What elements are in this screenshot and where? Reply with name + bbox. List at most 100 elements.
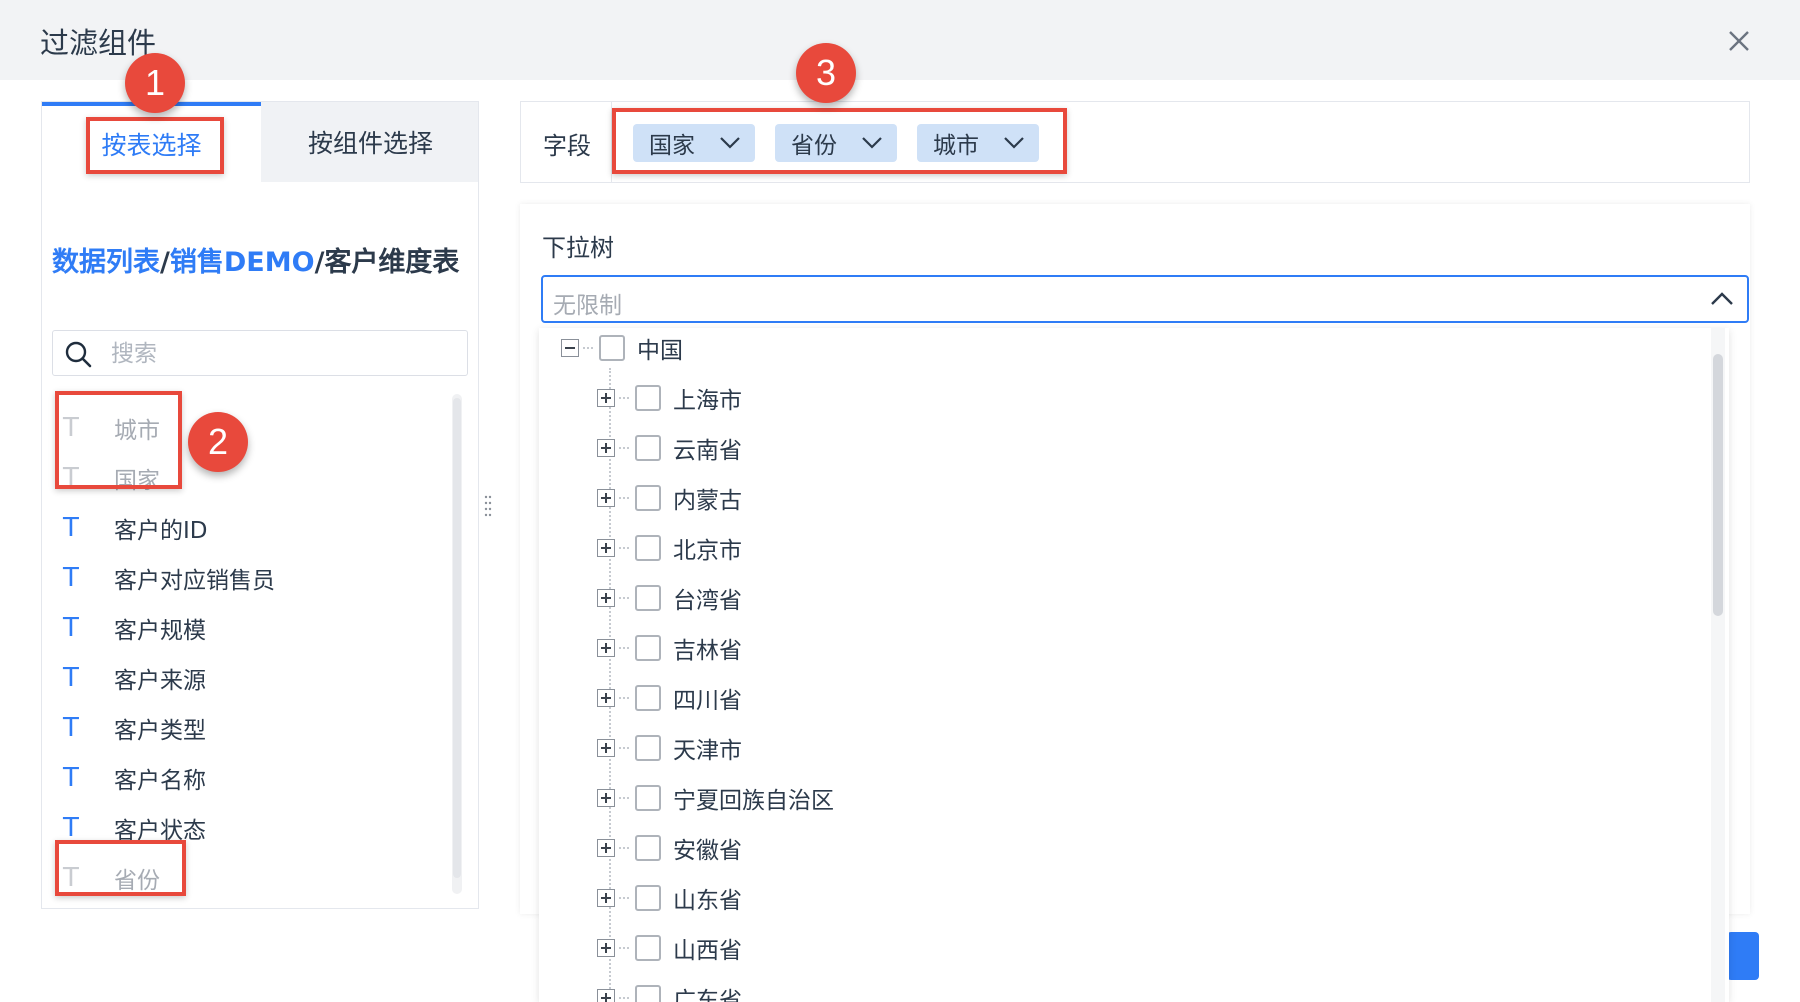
field-item-label: 客户的ID [114,518,208,544]
expand-icon[interactable] [597,489,615,507]
tree-connector [619,397,629,399]
breadcrumb-current: 客户维度表 [324,247,460,278]
close-icon [1729,31,1749,51]
field-item-customer-salesperson[interactable]: T 客户对应销售员 [52,553,432,603]
breadcrumb-folder-link[interactable]: 销售DEMO [170,247,315,278]
text-type-icon: T [63,563,79,593]
tree-checkbox[interactable] [599,335,625,361]
expand-icon[interactable] [597,889,615,907]
tree-connector [619,647,629,649]
tree-checkbox[interactable] [635,985,661,1002]
tree-checkbox[interactable] [635,385,661,411]
close-button[interactable] [1722,24,1756,58]
annotation-box-chips [612,108,1067,174]
tree-checkbox[interactable] [635,735,661,761]
tree-checkbox[interactable] [635,435,661,461]
expand-icon[interactable] [597,389,615,407]
expand-icon[interactable] [597,689,615,707]
expand-icon[interactable] [597,739,615,757]
tree-node-label: 中国 [637,338,683,364]
expand-icon[interactable] [597,589,615,607]
tree-checkbox[interactable] [635,685,661,711]
expand-icon[interactable] [597,639,615,657]
annotation-badge: 1 [125,53,185,113]
tree-checkbox[interactable] [635,935,661,961]
search-input[interactable] [109,335,453,373]
tree-connector [619,797,629,799]
tab-by-component[interactable]: 按组件选择 [261,102,478,182]
field-item-label: 客户对应销售员 [114,568,275,594]
tree-node[interactable]: 宁夏回族自治区 [597,778,834,818]
tree-checkbox[interactable] [635,635,661,661]
tree-node[interactable]: 吉林省 [597,628,742,668]
tree-node-label: 山西省 [673,938,742,964]
select-placeholder: 无限制 [553,293,622,319]
tree-node[interactable]: 四川省 [597,678,742,718]
tree-checkbox[interactable] [635,485,661,511]
text-type-icon: T [63,513,79,543]
field-item-customer-scale[interactable]: T 客户规模 [52,603,432,653]
tree-connector [619,597,629,599]
dropdown-tree-select[interactable]: 无限制 [541,275,1749,323]
expand-icon[interactable] [597,939,615,957]
collapse-icon[interactable] [561,339,579,357]
dialog-header: 过滤组件 [0,0,1800,80]
tree-checkbox[interactable] [635,885,661,911]
expand-icon[interactable] [597,989,615,1002]
text-type-icon: T [63,713,79,743]
tree-scroll-thumb[interactable] [1713,354,1723,616]
tree-connector [619,897,629,899]
expand-icon[interactable] [597,789,615,807]
tree-node-label: 安徽省 [673,838,742,864]
confirm-button[interactable] [1727,932,1759,980]
tree-node-label: 广东省 [673,988,742,1002]
tree-connector [619,747,629,749]
search-box [52,330,468,376]
tree-connector [619,997,629,999]
tree-node[interactable]: 广东省 [597,978,742,1002]
tree-node-label: 台湾省 [673,588,742,614]
tree-checkbox[interactable] [635,785,661,811]
dropdown-tree-panel: 中国 上海市 云南省 内蒙古 北京市 台湾省 吉林省 四川省 天津市 宁夏回族自… [539,328,1729,1002]
tree-connector [619,547,629,549]
tree-node[interactable]: 天津市 [597,728,742,768]
tree-node[interactable]: 北京市 [597,528,742,568]
selected-fields-label: 字段 [543,132,591,160]
annotation-box-used-fields [55,840,186,896]
field-source-panel: 按表选择 按组件选择 数据列表/销售DEMO/客户维度表 T 城市 T 国家 T… [41,101,479,909]
tree-connector [619,447,629,449]
tree-connector [583,347,593,349]
expand-icon[interactable] [597,539,615,557]
expand-icon[interactable] [597,439,615,457]
tree-node[interactable]: 山东省 [597,878,742,918]
tree-node-label: 山东省 [673,888,742,914]
field-item-customer-name[interactable]: T 客户名称 [52,753,432,803]
tree-node[interactable]: 云南省 [597,428,742,468]
tree-node[interactable]: 山西省 [597,928,742,968]
field-item-customer-id[interactable]: T 客户的ID [52,503,432,553]
field-item-label: 客户来源 [114,668,206,694]
field-item-customer-source[interactable]: T 客户来源 [52,653,432,703]
annotation-badge: 3 [796,43,856,103]
annotation-box-used-fields [55,391,182,489]
tree-connector [619,497,629,499]
field-item-customer-type[interactable]: T 客户类型 [52,703,432,753]
tree-node-root[interactable]: 中国 [561,328,683,368]
resize-handle-icon[interactable] [484,494,492,520]
tree-checkbox[interactable] [635,835,661,861]
field-list-scroll-thumb[interactable] [453,398,461,878]
tree-node-label: 宁夏回族自治区 [673,788,834,814]
tree-checkbox[interactable] [635,585,661,611]
field-item-label: 客户类型 [114,718,206,744]
tree-node[interactable]: 台湾省 [597,578,742,618]
tree-checkbox[interactable] [635,535,661,561]
breadcrumb-root-link[interactable]: 数据列表 [52,247,160,278]
tree-node[interactable]: 内蒙古 [597,478,742,518]
expand-icon[interactable] [597,839,615,857]
breadcrumb-separator: / [314,247,325,278]
tree-node[interactable]: 安徽省 [597,828,742,868]
text-type-icon: T [63,663,79,693]
tree-node-label: 北京市 [673,538,742,564]
tree-node[interactable]: 上海市 [597,378,742,418]
breadcrumb: 数据列表/销售DEMO/客户维度表 [52,240,459,279]
